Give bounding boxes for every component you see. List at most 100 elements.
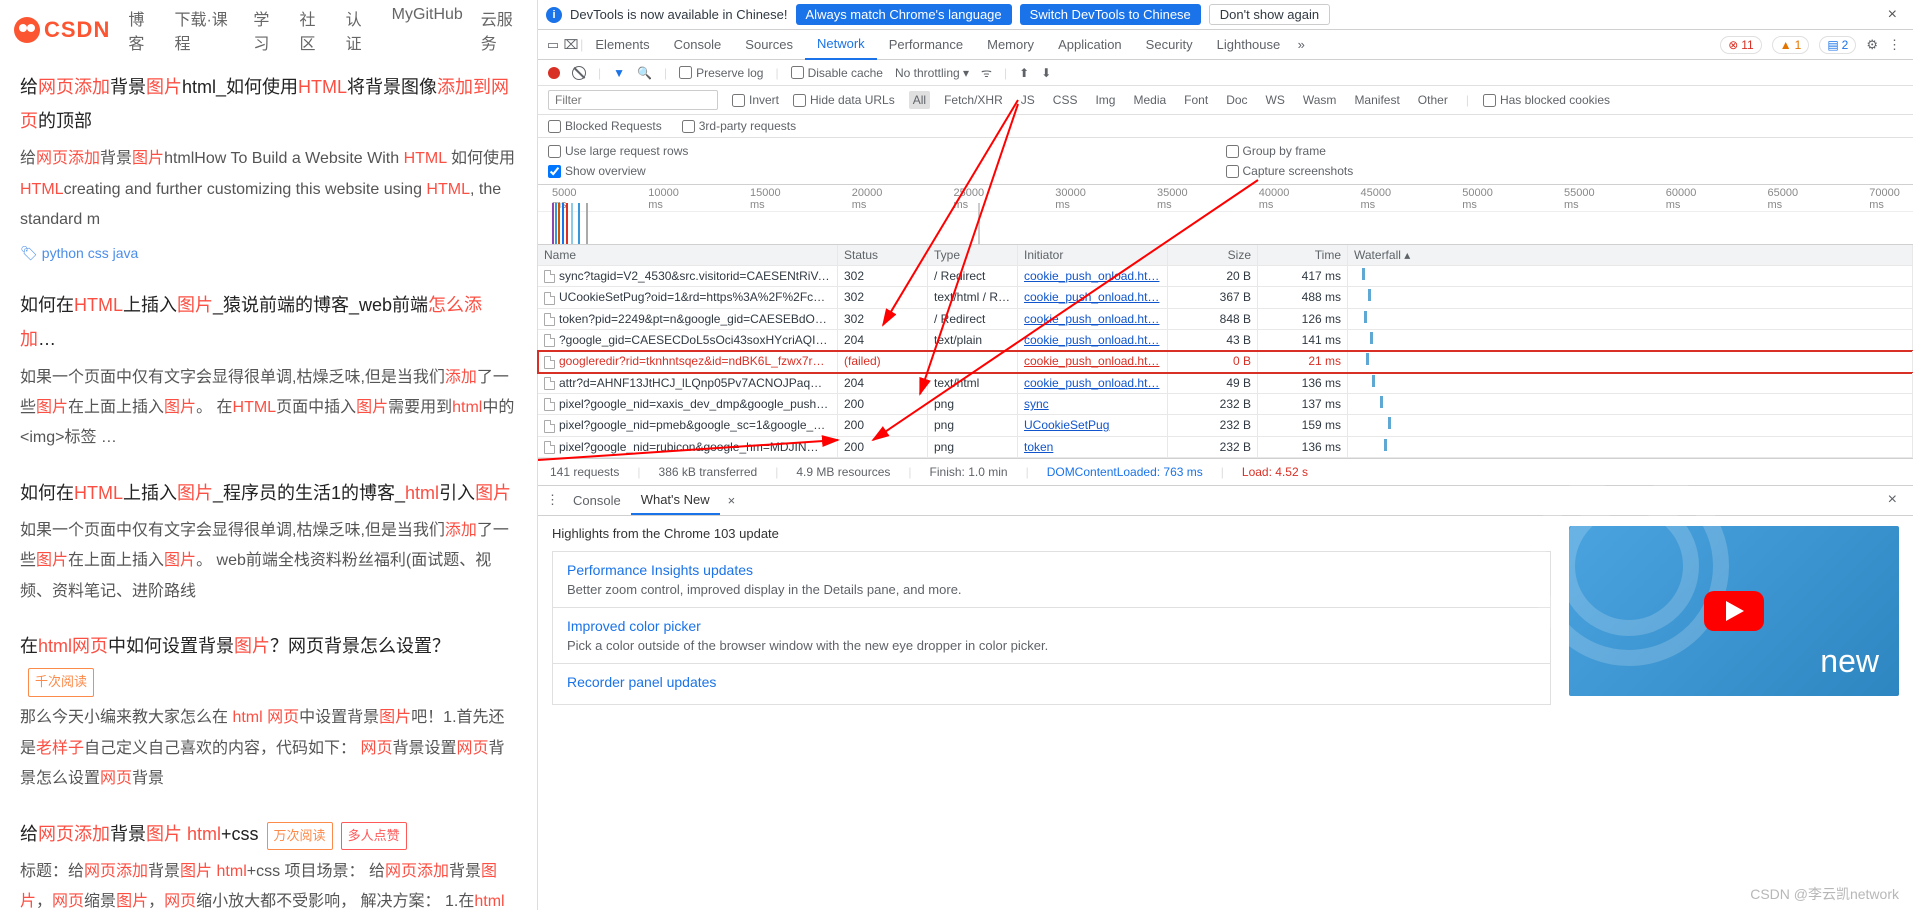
nav-item[interactable]: MyGitHub xyxy=(392,6,463,54)
inspect-icon[interactable]: ▭ xyxy=(544,37,562,53)
update-title[interactable]: Recorder panel updates xyxy=(567,674,1536,690)
table-row[interactable]: sync?tagid=V2_4530&src.visitorid=CAESENt… xyxy=(538,266,1913,287)
table-row[interactable]: googleredir?rid=tknhntsqez&id=ndBK6L_fzw… xyxy=(538,351,1913,372)
article[interactable]: 如何在HTML上插入图片_猿说前端的博客_web前端怎么添加…如果一个页面中仅有… xyxy=(20,288,517,454)
show-overview-checkbox[interactable]: Show overview xyxy=(548,164,1226,178)
preserve-log-checkbox[interactable]: Preserve log xyxy=(679,66,763,80)
cell-initiator[interactable]: cookie_push_onload.ht… xyxy=(1018,309,1168,329)
cell-initiator[interactable]: cookie_push_onload.ht… xyxy=(1018,373,1168,393)
large-rows-checkbox[interactable]: Use large request rows xyxy=(548,144,1226,158)
promo-video[interactable]: new xyxy=(1569,526,1899,696)
nav-item[interactable]: 社区 xyxy=(299,6,327,54)
filter-type-wasm[interactable]: Wasm xyxy=(1299,91,1341,109)
filter-type-other[interactable]: Other xyxy=(1414,91,1452,109)
nav-item[interactable]: 学习 xyxy=(253,6,281,54)
update-title[interactable]: Performance Insights updates xyxy=(567,562,1536,578)
switch-chinese-button[interactable]: Switch DevTools to Chinese xyxy=(1020,4,1201,25)
device-icon[interactable]: ⌧ xyxy=(562,37,580,53)
drawer-tab-console[interactable]: Console xyxy=(563,485,631,515)
tab-performance[interactable]: Performance xyxy=(877,30,975,60)
article[interactable]: 在html网页中如何设置背景图片？网页背景怎么设置？千次阅读那么今天小编来教大家… xyxy=(20,629,517,795)
filter-type-js[interactable]: JS xyxy=(1017,91,1039,109)
col-size[interactable]: Size xyxy=(1168,245,1258,265)
table-row[interactable]: UCookieSetPug?oid=1&rd=https%3A%2F%2Fc…3… xyxy=(538,287,1913,308)
kebab-icon[interactable]: ⋮ xyxy=(1888,37,1901,53)
cell-initiator[interactable]: UCookieSetPug xyxy=(1018,415,1168,435)
filter-type-all[interactable]: All xyxy=(909,91,930,109)
download-icon[interactable]: ⬇ xyxy=(1041,66,1051,80)
blocked-cookies-checkbox[interactable]: Has blocked cookies xyxy=(1483,93,1610,107)
cell-initiator[interactable]: cookie_push_onload.ht… xyxy=(1018,287,1168,307)
third-party-checkbox[interactable]: 3rd-party requests xyxy=(682,119,796,133)
clear-button[interactable] xyxy=(572,66,586,80)
blocked-requests-checkbox[interactable]: Blocked Requests xyxy=(548,119,662,133)
col-initiator[interactable]: Initiator xyxy=(1018,245,1168,265)
filter-type-media[interactable]: Media xyxy=(1129,91,1170,109)
tab-close-icon[interactable]: × xyxy=(724,493,740,508)
nav-item[interactable]: 认证 xyxy=(346,6,374,54)
message-count[interactable]: ▤ 2 xyxy=(1819,36,1856,54)
dont-show-button[interactable]: Don't show again xyxy=(1209,4,1330,25)
more-tabs-icon[interactable]: » xyxy=(1292,37,1310,52)
col-name[interactable]: Name xyxy=(538,245,838,265)
filter-input[interactable] xyxy=(548,90,718,110)
col-waterfall[interactable]: Waterfall ▴ xyxy=(1348,245,1913,265)
tab-security[interactable]: Security xyxy=(1134,30,1205,60)
record-button[interactable] xyxy=(548,67,560,79)
hide-data-urls-checkbox[interactable]: Hide data URLs xyxy=(793,93,895,107)
filter-type-font[interactable]: Font xyxy=(1180,91,1212,109)
filter-icon[interactable]: ▼ xyxy=(613,66,625,80)
table-row[interactable]: attr?d=AHNF13JtHCJ_lLQnp05Pv7ACNOJPaqW6…… xyxy=(538,373,1913,394)
tab-sources[interactable]: Sources xyxy=(733,30,805,60)
tab-elements[interactable]: Elements xyxy=(583,30,661,60)
disable-cache-checkbox[interactable]: Disable cache xyxy=(791,66,883,80)
table-row[interactable]: ?google_gid=CAESECDoL5sOci43soxHYcriAQI&… xyxy=(538,330,1913,351)
table-row[interactable]: pixel?google_nid=pmeb&google_sc=1&google… xyxy=(538,415,1913,436)
drawer-close-icon[interactable]: × xyxy=(1880,491,1905,509)
cell-initiator[interactable]: token xyxy=(1018,437,1168,457)
cell-initiator[interactable]: cookie_push_onload.ht… xyxy=(1018,330,1168,350)
filter-type-img[interactable]: Img xyxy=(1091,91,1119,109)
timeline-overview[interactable]: 5000 ms10000 ms15000 ms20000 ms25000 ms3… xyxy=(538,185,1913,245)
article-tags[interactable]: 🏷python css java xyxy=(20,240,517,267)
screenshots-checkbox[interactable]: Capture screenshots xyxy=(1226,164,1904,178)
table-row[interactable]: pixel?google_nid=rubicon&google_hm=MDJIN… xyxy=(538,437,1913,458)
tab-application[interactable]: Application xyxy=(1046,30,1134,60)
col-type[interactable]: Type xyxy=(928,245,1018,265)
nav-item[interactable]: 云服务 xyxy=(481,6,523,54)
article[interactable]: 给网页添加背景图片html_如何使用HTML将背景图像添加到网页的顶部给网页添加… xyxy=(20,70,517,266)
article-title[interactable]: 如何在HTML上插入图片_猿说前端的博客_web前端怎么添加… xyxy=(20,288,517,356)
drawer-kebab-icon[interactable]: ⋮ xyxy=(546,492,559,508)
table-row[interactable]: token?pid=2249&pt=n&google_gid=CAESEBdO…… xyxy=(538,309,1913,330)
nav-item[interactable]: 博客 xyxy=(128,6,156,54)
table-row[interactable]: pixel?google_nid=xaxis_dev_dmp&google_pu… xyxy=(538,394,1913,415)
wifi-icon[interactable]: ᯤ xyxy=(981,64,992,81)
tab-network[interactable]: Network xyxy=(805,30,877,60)
nav-item[interactable]: 下载·课程 xyxy=(174,6,235,54)
filter-type-doc[interactable]: Doc xyxy=(1222,91,1251,109)
warning-count[interactable]: ▲ 1 xyxy=(1772,36,1810,54)
invert-checkbox[interactable]: Invert xyxy=(732,93,779,107)
csdn-logo[interactable]: CSDN xyxy=(14,17,110,43)
search-icon[interactable]: 🔍 xyxy=(637,66,652,80)
filter-type-ws[interactable]: WS xyxy=(1262,91,1289,109)
drawer-tab-what-s-new[interactable]: What's New xyxy=(631,485,720,515)
cell-initiator[interactable]: cookie_push_onload.ht… xyxy=(1018,266,1168,286)
upload-icon[interactable]: ⬆ xyxy=(1019,66,1029,80)
article-title[interactable]: 给网页添加背景图片 html+css万次阅读多人点赞 xyxy=(20,817,517,851)
always-match-button[interactable]: Always match Chrome's language xyxy=(796,4,1012,25)
error-count[interactable]: ⊗ 11 xyxy=(1720,36,1762,54)
tab-memory[interactable]: Memory xyxy=(975,30,1046,60)
filter-type-manifest[interactable]: Manifest xyxy=(1350,91,1403,109)
cell-initiator[interactable]: cookie_push_onload.ht… xyxy=(1018,351,1168,371)
cell-initiator[interactable]: sync xyxy=(1018,394,1168,414)
col-time[interactable]: Time xyxy=(1258,245,1348,265)
throttling-select[interactable]: No throttling ▾ xyxy=(895,66,969,80)
col-status[interactable]: Status xyxy=(838,245,928,265)
article[interactable]: 如何在HTML上插入图片_程序员的生活1的博客_html引入图片如果一个页面中仅… xyxy=(20,476,517,607)
update-title[interactable]: Improved color picker xyxy=(567,618,1536,634)
article[interactable]: 给网页添加背景图片 html+css万次阅读多人点赞标题：给网页添加背景图片 h… xyxy=(20,817,517,910)
group-frame-checkbox[interactable]: Group by frame xyxy=(1226,144,1904,158)
article-title[interactable]: 如何在HTML上插入图片_程序员的生活1的博客_html引入图片 xyxy=(20,476,517,510)
filter-type-fetchxhr[interactable]: Fetch/XHR xyxy=(940,91,1007,109)
